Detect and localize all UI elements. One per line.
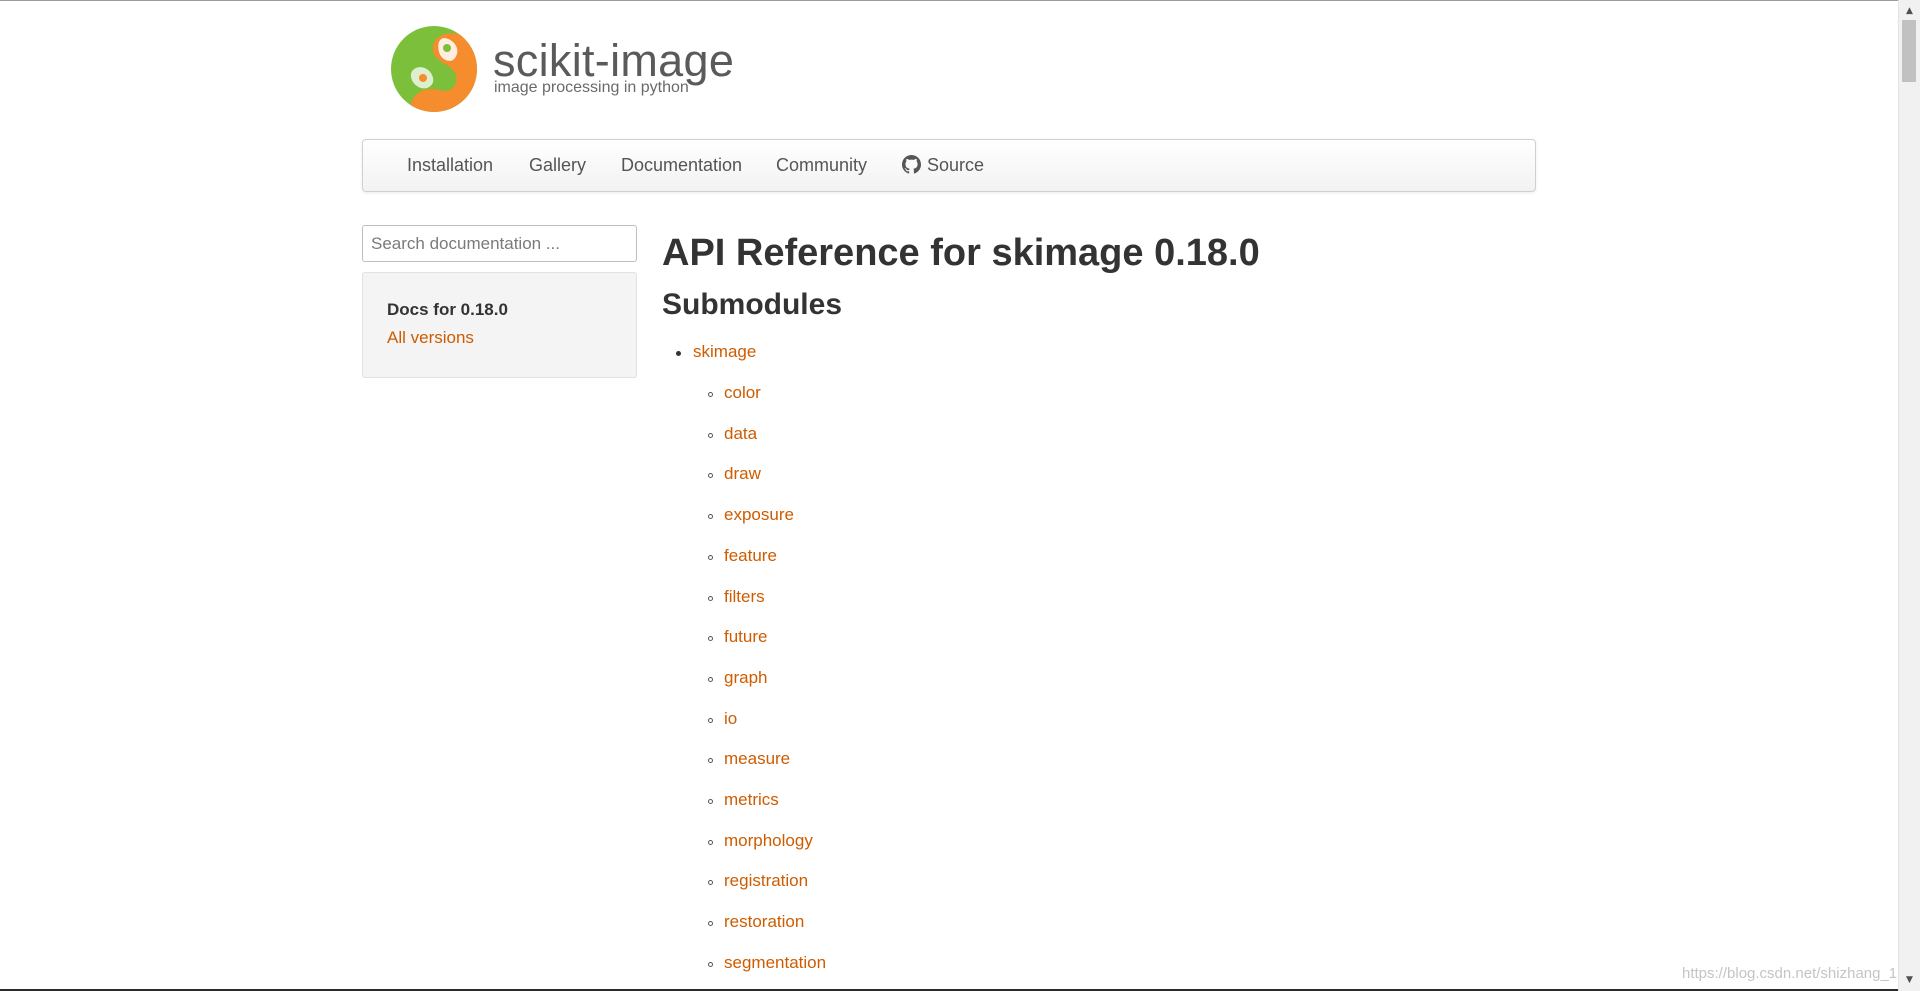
- section-heading: Submodules: [662, 288, 843, 321]
- docs-version-label: Docs for 0.18.0: [387, 300, 508, 319]
- list-bullet-hollow: [708, 514, 713, 519]
- vertical-scrollbar[interactable]: ▲ ▼: [1898, 0, 1920, 991]
- github-icon: [902, 155, 921, 174]
- submodule-link-draw[interactable]: draw: [724, 464, 761, 484]
- submodule-link-registration[interactable]: registration: [724, 871, 808, 891]
- submodule-link-feature[interactable]: feature: [724, 546, 777, 566]
- search-input[interactable]: [362, 225, 637, 262]
- list-bullet-hollow: [708, 758, 713, 763]
- window-top-border: [0, 0, 1898, 1]
- list-bullet-hollow: [708, 921, 713, 926]
- submodule-link-metrics[interactable]: metrics: [724, 790, 779, 810]
- list-bullet-hollow: [708, 799, 713, 804]
- brand-tagline: image processing in python: [494, 79, 689, 96]
- list-bullet-hollow: [708, 962, 713, 967]
- main-navbar: Installation Gallery Documentation Commu…: [362, 139, 1536, 192]
- nav-source-label: Source: [927, 155, 985, 175]
- scikit-image-logo[interactable]: [389, 24, 479, 114]
- submodule-link-segmentation[interactable]: segmentation: [724, 953, 826, 973]
- submodule-link-morphology[interactable]: morphology: [724, 831, 813, 851]
- submodule-link-graph[interactable]: graph: [724, 668, 767, 688]
- module-link-skimage[interactable]: skimage: [693, 342, 756, 362]
- list-bullet-hollow: [708, 596, 713, 601]
- list-bullet-hollow: [708, 392, 713, 397]
- submodule-link-color[interactable]: color: [724, 383, 761, 403]
- nav-documentation[interactable]: Documentation: [621, 155, 742, 176]
- submodule-link-filters[interactable]: filters: [724, 587, 765, 607]
- list-bullet: [676, 351, 681, 356]
- scrollbar-thumb[interactable]: [1902, 20, 1916, 82]
- all-versions-link[interactable]: All versions: [387, 328, 474, 348]
- list-bullet-hollow: [708, 677, 713, 682]
- submodule-link-data[interactable]: data: [724, 424, 757, 444]
- nav-source[interactable]: Source: [902, 155, 984, 176]
- list-bullet-hollow: [708, 473, 713, 478]
- list-bullet-hollow: [708, 880, 713, 885]
- version-panel: Docs for 0.18.0 All versions: [362, 272, 637, 378]
- submodule-link-future[interactable]: future: [724, 627, 767, 647]
- submodule-link-io[interactable]: io: [724, 709, 737, 729]
- list-bullet-hollow: [708, 718, 713, 723]
- scroll-up-arrow-icon[interactable]: ▲: [1899, 2, 1920, 20]
- nav-gallery[interactable]: Gallery: [529, 155, 586, 176]
- list-bullet-hollow: [708, 840, 713, 845]
- page-title: API Reference for skimage 0.18.0: [662, 232, 1260, 274]
- list-bullet-hollow: [708, 433, 713, 438]
- submodule-link-restoration[interactable]: restoration: [724, 912, 804, 932]
- submodule-link-measure[interactable]: measure: [724, 749, 790, 769]
- list-bullet-hollow: [708, 636, 713, 641]
- submodule-link-exposure[interactable]: exposure: [724, 505, 794, 525]
- nav-installation[interactable]: Installation: [407, 155, 493, 176]
- nav-community[interactable]: Community: [776, 155, 867, 176]
- watermark: https://blog.csdn.net/shizhang_1: [1682, 965, 1898, 982]
- list-bullet-hollow: [708, 555, 713, 560]
- scroll-down-arrow-icon[interactable]: ▼: [1899, 971, 1920, 989]
